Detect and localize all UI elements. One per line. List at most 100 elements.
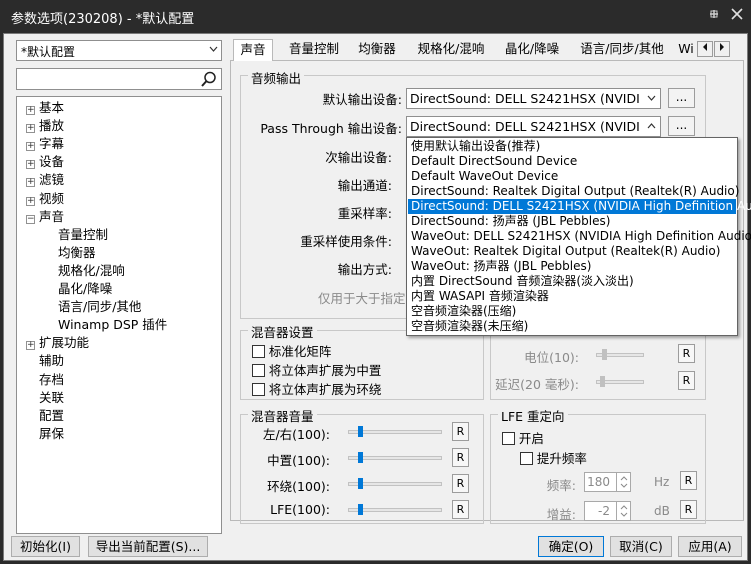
level-reset-button[interactable]: R <box>678 344 695 363</box>
tree-item[interactable]: + 视频 <box>26 190 64 208</box>
stereo-center-label: 将立体声扩展为中置 <box>268 363 382 378</box>
checkbox-box[interactable] <box>502 432 515 445</box>
tree-item-label: 配置 <box>39 407 65 423</box>
export-config-button[interactable]: 导出当前配置(S)... <box>88 536 208 557</box>
expand-icon[interactable]: + <box>26 124 35 134</box>
passthrough-device-select[interactable]: DirectSound: DELL S2421HSX (NVIDIA High <box>406 116 661 137</box>
ok-button[interactable]: 确定(O) <box>538 536 604 557</box>
mixer-volume-slider-thumb[interactable] <box>358 478 364 489</box>
init-button[interactable]: 初始化(I) <box>11 536 80 557</box>
spin-arrows-icon[interactable] <box>616 473 630 491</box>
search-input[interactable] <box>16 68 222 90</box>
dropdown-option[interactable]: WaveOut: DELL S2421HSX (NVIDIA High Defi… <box>408 229 751 244</box>
dropdown-option[interactable]: 内置 DirectSound 音频渲染器(淡入淡出) <box>408 274 736 289</box>
tab-scroll-right-button[interactable] <box>714 41 730 57</box>
tab-1[interactable]: 音量控制 <box>281 39 347 61</box>
mixer-volume-reset-button[interactable]: R <box>452 500 469 519</box>
close-icon[interactable] <box>727 6 747 26</box>
dropdown-option[interactable]: Default WaveOut Device <box>408 169 736 184</box>
tree-item[interactable]: + 滤镜 <box>26 171 64 189</box>
level-slider-thumb[interactable] <box>602 349 607 360</box>
apply-button[interactable]: 应用(A) <box>678 536 742 557</box>
tree-item[interactable]: 存档 <box>26 371 64 389</box>
stereo-center-checkbox[interactable]: 将立体声扩展为中置 <box>252 360 381 379</box>
mixer-volume-label: 左/右(100): <box>262 427 330 442</box>
mixer-volume-label: 中置(100): <box>267 453 330 468</box>
expand-icon[interactable]: + <box>26 341 35 351</box>
tree-item[interactable]: 配置 <box>26 407 64 425</box>
expand-icon[interactable]: + <box>26 160 35 170</box>
mixer-volume-slider-thumb[interactable] <box>358 452 364 463</box>
lfe-freq-reset-button[interactable]: R <box>680 471 697 490</box>
default-device-select[interactable]: DirectSound: DELL S2421HSX (NVIDIA High <box>406 88 661 109</box>
tree-item[interactable]: 规格化/混响 <box>58 262 125 280</box>
dropdown-option[interactable]: Default DirectSound Device <box>408 154 736 169</box>
lfe-enable-checkbox[interactable]: 开启 <box>502 428 544 447</box>
tree-item[interactable]: − 声音 <box>26 208 64 226</box>
checkbox-box[interactable] <box>252 345 265 358</box>
dropdown-option[interactable]: 空音频渲染器(未压缩) <box>408 319 736 334</box>
default-device-more-button[interactable]: ... <box>668 88 695 108</box>
dropdown-option[interactable]: WaveOut: 扬声器 (JBL Pebbles) <box>408 259 736 274</box>
expand-icon[interactable]: + <box>26 196 35 206</box>
lfe-boost-checkbox[interactable]: 提升频率 <box>520 448 587 467</box>
expand-icon[interactable]: + <box>26 178 35 188</box>
cancel-button[interactable]: 取消(C) <box>610 536 672 557</box>
mixer-volume-slider-thumb[interactable] <box>358 504 364 515</box>
tree-item[interactable]: + 字幕 <box>26 135 64 153</box>
mixer-volume-reset-button[interactable]: R <box>452 474 469 493</box>
lfe-gain-reset-button[interactable]: R <box>680 500 697 519</box>
mixer-volume-slider-thumb[interactable] <box>358 426 364 437</box>
tree-item-label: 设备 <box>39 154 65 170</box>
tree-item-label: 播放 <box>39 118 65 134</box>
pin-icon[interactable] <box>704 6 724 26</box>
dropdown-option[interactable]: WaveOut: Realtek Digital Output (Realtek… <box>408 244 736 259</box>
spin-arrows-icon[interactable] <box>616 502 630 520</box>
expand-icon[interactable]: + <box>26 142 35 152</box>
dropdown-option[interactable]: 使用默认输出设备(推荐) <box>408 139 736 154</box>
tree-item[interactable]: 音量控制 <box>58 226 108 244</box>
tab-0[interactable]: 声音 <box>233 39 273 62</box>
tree-item[interactable]: 关联 <box>26 389 64 407</box>
dropdown-option[interactable]: 空音频渲染器(压缩) <box>408 304 736 319</box>
tab-5[interactable]: 语言/同步/其他 <box>571 39 673 61</box>
mixer-volume-reset-button[interactable]: R <box>452 422 469 441</box>
checkbox-box[interactable] <box>520 452 533 465</box>
tab-3[interactable]: 规格化/混响 <box>409 39 493 61</box>
search-icon[interactable] <box>200 70 218 91</box>
delay-reset-button[interactable]: R <box>678 371 695 390</box>
lfe-gain-spinbox[interactable]: -2 <box>584 501 631 521</box>
lfe-freq-spinbox[interactable]: 180 <box>584 472 631 492</box>
tree-item-label: 均衡器 <box>58 244 96 260</box>
tree-item[interactable]: 均衡器 <box>58 244 96 262</box>
tree-item[interactable]: + 扩展功能 <box>26 334 89 352</box>
checkbox-box[interactable] <box>252 364 265 377</box>
tree-item[interactable]: 晶化/降噪 <box>58 280 112 298</box>
tree-item[interactable]: + 播放 <box>26 117 64 135</box>
dropdown-option[interactable]: DirectSound: DELL S2421HSX (NVIDIA High … <box>408 199 751 214</box>
tree-item[interactable]: Winamp DSP 插件 <box>58 316 167 334</box>
tab-4[interactable]: 晶化/降噪 <box>497 39 567 61</box>
tree-item[interactable]: 语言/同步/其他 <box>58 298 141 316</box>
tab-2[interactable]: 均衡器 <box>351 39 403 61</box>
checkbox-box[interactable] <box>252 383 265 396</box>
dropdown-option[interactable]: DirectSound: 扬声器 (JBL Pebbles) <box>408 214 736 229</box>
tab-6[interactable]: Wi <box>677 39 695 61</box>
normalize-matrix-checkbox[interactable]: 标准化矩阵 <box>252 341 331 360</box>
stereo-surround-checkbox[interactable]: 将立体声扩展为环绕 <box>252 379 381 398</box>
tree-item[interactable]: 辅助 <box>26 352 64 370</box>
dropdown-option[interactable]: 内置 WASAPI 音频渲染器 <box>408 289 736 304</box>
expand-icon[interactable]: + <box>26 106 35 115</box>
collapse-icon[interactable]: − <box>26 214 35 224</box>
passthrough-device-more-button[interactable]: ... <box>668 116 695 136</box>
tree-item[interactable]: + 基本 <box>26 99 64 117</box>
dropdown-option[interactable]: DirectSound: Realtek Digital Output (Rea… <box>408 184 739 199</box>
tree-item[interactable]: 屏保 <box>26 425 64 443</box>
mixer-volume-reset-button[interactable]: R <box>452 448 469 467</box>
mixer-volume-title: 混音器音量 <box>248 406 317 425</box>
profile-select[interactable]: *默认配置 <box>16 40 222 61</box>
tree-item[interactable]: + 设备 <box>26 153 64 171</box>
profile-select-value: *默认配置 <box>21 45 76 59</box>
delay-slider-thumb[interactable] <box>600 376 605 387</box>
tab-scroll-left-button[interactable] <box>697 41 713 57</box>
